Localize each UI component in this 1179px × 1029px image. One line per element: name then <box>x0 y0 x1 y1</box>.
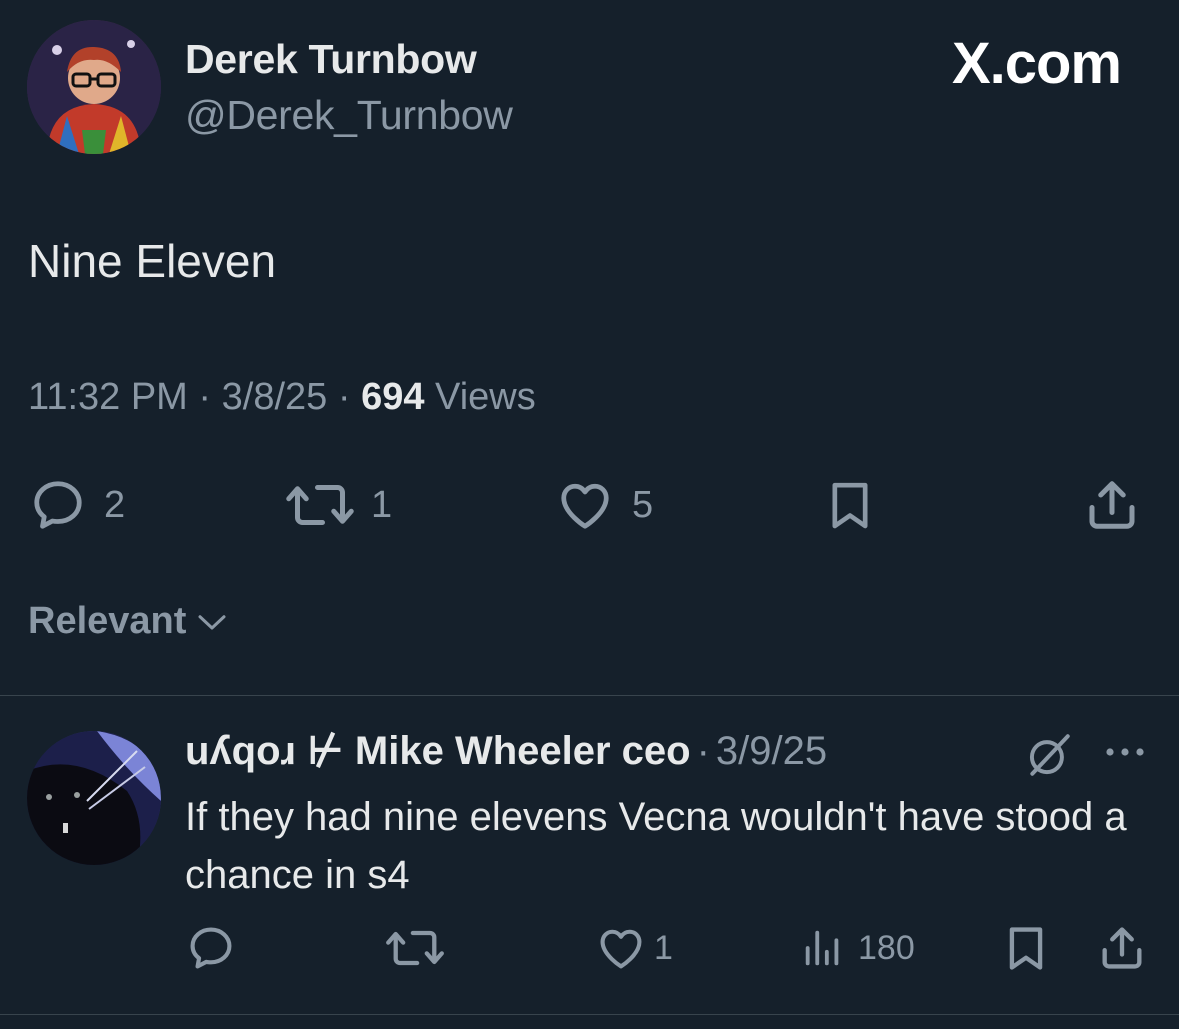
sort-replies-dropdown[interactable]: Relevant <box>28 600 230 643</box>
author-handle[interactable]: @Derek_Turnbow <box>185 92 513 139</box>
bookmark-icon <box>832 482 868 529</box>
views-label: Views <box>435 376 536 418</box>
divider <box>0 695 1179 696</box>
chevron-down-icon <box>198 614 226 629</box>
tweet-date[interactable]: 3/8/25 <box>222 376 328 418</box>
views-count: 694 <box>361 376 425 418</box>
reply-avatar[interactable] <box>27 731 161 865</box>
reply-actions: 1 180 <box>0 918 1179 978</box>
tweet-time[interactable]: 11:32 PM <box>28 376 188 418</box>
reply-icon <box>190 927 232 969</box>
like-icon <box>600 929 642 969</box>
reply-text: If they had nine elevens Vecna wouldn't … <box>185 795 1127 897</box>
reply-like-button[interactable]: 1 <box>594 918 673 978</box>
like-icon <box>561 483 609 529</box>
repost-icon <box>386 930 444 966</box>
brand-watermark: X.com <box>951 31 1122 96</box>
bookmark-button[interactable] <box>822 470 878 540</box>
more-options-button[interactable] <box>1102 740 1148 769</box>
tweet-detail-page: Derek Turnbow @Derek_Turnbow X.com Nine … <box>0 0 1179 1029</box>
views-icon <box>805 930 839 966</box>
reply-date[interactable]: 3/9/25 <box>716 729 827 774</box>
reply-reply-button[interactable] <box>185 918 237 978</box>
grok-button[interactable] <box>1024 730 1074 785</box>
like-count: 5 <box>632 483 654 526</box>
repost-count: 1 <box>371 483 393 526</box>
reply-views-count: 180 <box>858 928 915 967</box>
reply-bookmark-button[interactable] <box>1000 918 1052 978</box>
reply-author-name[interactable]: uʎqoɹ ⊬ Mike Wheeler ceo <box>185 728 691 774</box>
reply-button[interactable]: 2 <box>28 470 125 540</box>
author-name[interactable]: Derek Turnbow <box>185 36 477 83</box>
reply-count: 2 <box>104 483 126 526</box>
share-icon <box>1089 481 1135 529</box>
tweet-text: Nine Eleven <box>28 235 277 287</box>
header-separator: · <box>696 729 710 773</box>
repost-icon <box>286 485 354 525</box>
repost-button[interactable]: 1 <box>285 470 392 540</box>
reply-like-count: 1 <box>654 928 673 967</box>
sort-label: Relevant <box>28 600 187 642</box>
reply-share-button[interactable] <box>1096 918 1148 978</box>
reply-repost-button[interactable] <box>385 918 445 978</box>
grok-icon <box>1029 734 1070 776</box>
bookmark-icon <box>1009 927 1043 970</box>
meta-separator: · <box>337 376 362 418</box>
share-icon <box>1102 927 1142 969</box>
reply-header: uʎqoɹ ⊬ Mike Wheeler ceo · 3/9/25 <box>185 728 827 774</box>
author-avatar[interactable] <box>27 20 161 154</box>
like-button[interactable]: 5 <box>554 470 653 540</box>
share-button[interactable] <box>1082 470 1142 540</box>
divider <box>0 1014 1179 1015</box>
reply-icon <box>34 481 82 529</box>
more-icon <box>1106 748 1144 756</box>
tweet-actions: 2 1 5 <box>0 470 1179 540</box>
reply-views-button[interactable]: 180 <box>800 918 915 978</box>
tweet-meta: 11:32 PM · 3/8/25 · 694 Views <box>28 376 536 419</box>
meta-separator: · <box>198 376 222 418</box>
